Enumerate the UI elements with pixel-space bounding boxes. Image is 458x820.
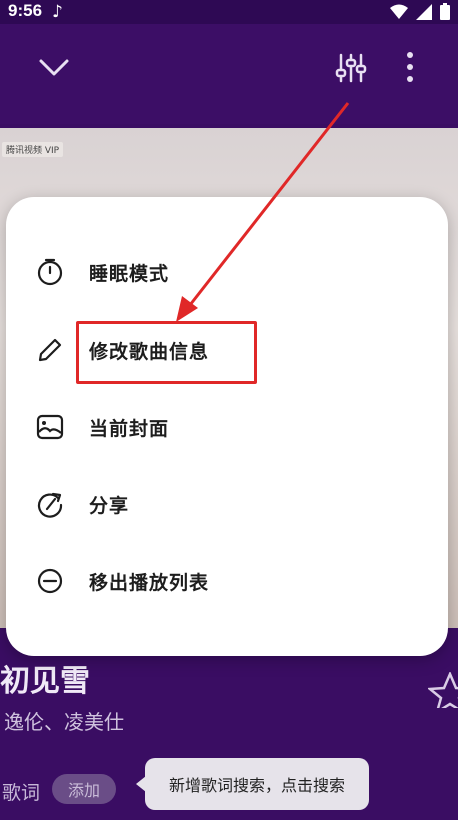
- signal-icon: [416, 3, 432, 20]
- menu-item-remove-from-playlist[interactable]: 移出播放列表: [6, 549, 448, 613]
- image-icon: [34, 411, 66, 443]
- menu-item-label: 移出播放列表: [89, 571, 210, 594]
- more-options-menu: 睡眠模式 修改歌曲信息 当前封面 分享 移出播放列表: [6, 197, 448, 656]
- more-vertical-icon[interactable]: [400, 50, 420, 84]
- menu-item-label: 分享: [89, 494, 130, 517]
- menu-item-share[interactable]: 分享: [6, 472, 448, 536]
- menu-item-current-cover[interactable]: 当前封面: [6, 395, 448, 459]
- song-title: 初见雪: [0, 664, 90, 699]
- favorite-star-icon[interactable]: [428, 672, 458, 708]
- pencil-icon: [34, 334, 66, 366]
- menu-item-sleep-mode[interactable]: 睡眠模式: [6, 240, 448, 304]
- equalizer-icon[interactable]: [335, 52, 367, 84]
- chevron-down-icon[interactable]: [38, 58, 70, 78]
- remove-circle-icon: [34, 565, 66, 597]
- lyrics-search-tooltip[interactable]: 新增歌词搜索，点击搜索: [136, 758, 369, 810]
- menu-item-label: 修改歌曲信息: [89, 340, 210, 363]
- menu-item-label: 睡眠模式: [89, 262, 170, 285]
- song-artist[interactable]: 逸伦、凌美仕: [4, 706, 124, 735]
- menu-item-edit-song-info[interactable]: 修改歌曲信息: [6, 318, 448, 382]
- status-bar: 9:56 ♪: [0, 0, 458, 24]
- wifi-icon: [390, 4, 408, 19]
- music-note-icon: ♪: [52, 2, 63, 22]
- player-toolbar: [0, 24, 458, 124]
- timer-icon: [34, 256, 66, 288]
- menu-item-label: 当前封面: [89, 417, 170, 440]
- cover-badge: 腾讯视频 VIP: [2, 142, 64, 157]
- add-lyrics-button[interactable]: 添加: [52, 774, 116, 804]
- lyrics-label: 歌词: [2, 782, 41, 804]
- status-time: 9:56: [8, 1, 43, 20]
- battery-icon: [440, 3, 450, 20]
- share-icon: [34, 488, 66, 520]
- status-icons: [390, 3, 450, 20]
